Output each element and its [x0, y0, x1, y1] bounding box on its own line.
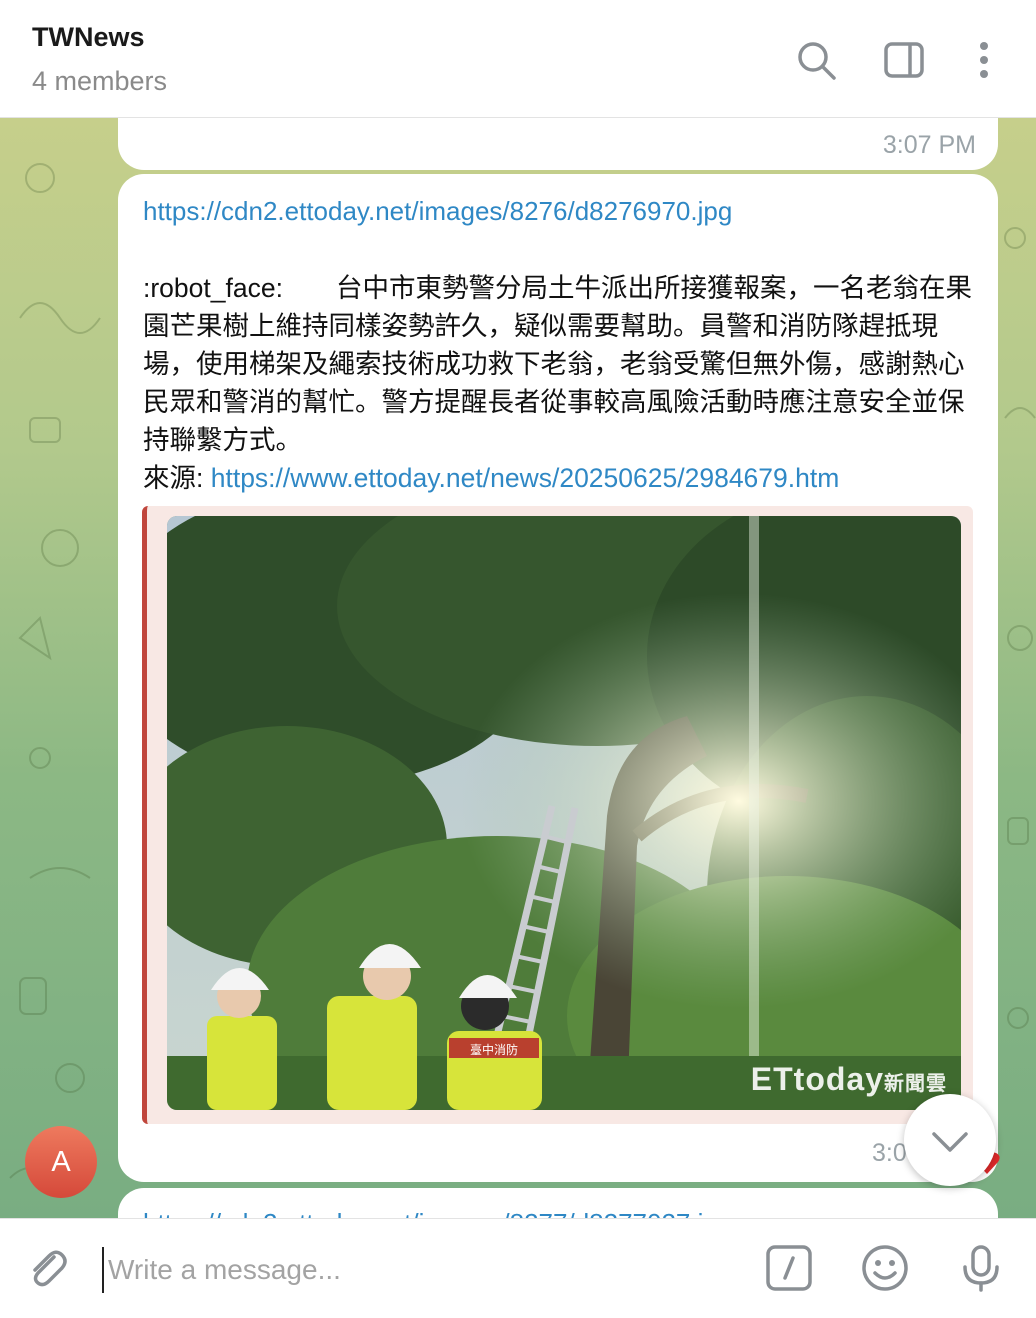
preview-image[interactable]: 臺中消防 ETtoday新聞雲	[167, 516, 961, 1110]
avatar[interactable]: A	[25, 1126, 97, 1198]
chat-title[interactable]: TWNews	[32, 22, 145, 53]
link-preview[interactable]: 臺中消防 ETtoday新聞雲	[142, 506, 973, 1124]
emoji-icon[interactable]	[860, 1243, 910, 1293]
microphone-icon[interactable]	[956, 1243, 1006, 1293]
chevron-down-icon	[932, 1132, 968, 1152]
chat-area[interactable]: 3:07 PM https://cdn2.ettoday.net/images/…	[0, 118, 1036, 1218]
previous-message-bubble[interactable]: 3:07 PM	[118, 118, 998, 170]
message-composer	[0, 1218, 1036, 1318]
message-bubble[interactable]: https://cdn2.ettoday.net/images/8276/d82…	[118, 174, 998, 1182]
rescue-scene-illustration: 臺中消防	[167, 516, 961, 1110]
commands-icon[interactable]	[764, 1243, 814, 1293]
watermark-brand-cn: 新聞雲	[884, 1073, 947, 1095]
source-link[interactable]: https://www.ettoday.net/news/20250625/29…	[211, 463, 840, 493]
message-body: :robot_face: 台中市東勢警分局土牛派出所接獲報案，一名老翁在果園芒果…	[143, 273, 972, 455]
sidebar-toggle-icon[interactable]	[880, 36, 928, 84]
message-input[interactable]	[102, 1247, 730, 1293]
vest-label: 臺中消防	[470, 1042, 518, 1057]
member-count[interactable]: 4 members	[32, 66, 167, 97]
image-link[interactable]: https://cdn2.ettoday.net/images/8276/d82…	[143, 196, 732, 227]
next-message-link[interactable]: https://cdn2.ettoday.net/images/8277/d82…	[143, 1208, 703, 1218]
source-line: 來源: https://www.ettoday.net/news/2025062…	[143, 459, 975, 497]
chat-header: TWNews 4 members	[0, 0, 1036, 118]
search-icon[interactable]	[792, 36, 840, 84]
preview-watermark: ETtoday新聞雲	[751, 1061, 947, 1098]
more-icon[interactable]	[960, 36, 1008, 84]
message-time: 3:0	[872, 1139, 907, 1167]
message-time: 3:07 PM	[882, 131, 976, 159]
next-message-bubble[interactable]: https://cdn2.ettoday.net/images/8277/d82…	[118, 1188, 998, 1218]
scroll-to-bottom-button[interactable]	[904, 1094, 996, 1186]
source-label: 來源:	[143, 463, 211, 493]
attach-icon[interactable]	[22, 1243, 72, 1293]
message-text: :robot_face: 台中市東勢警分局土牛派出所接獲報案，一名老翁在果園芒果…	[143, 269, 975, 497]
watermark-brand: ETtoday	[750, 1061, 884, 1097]
